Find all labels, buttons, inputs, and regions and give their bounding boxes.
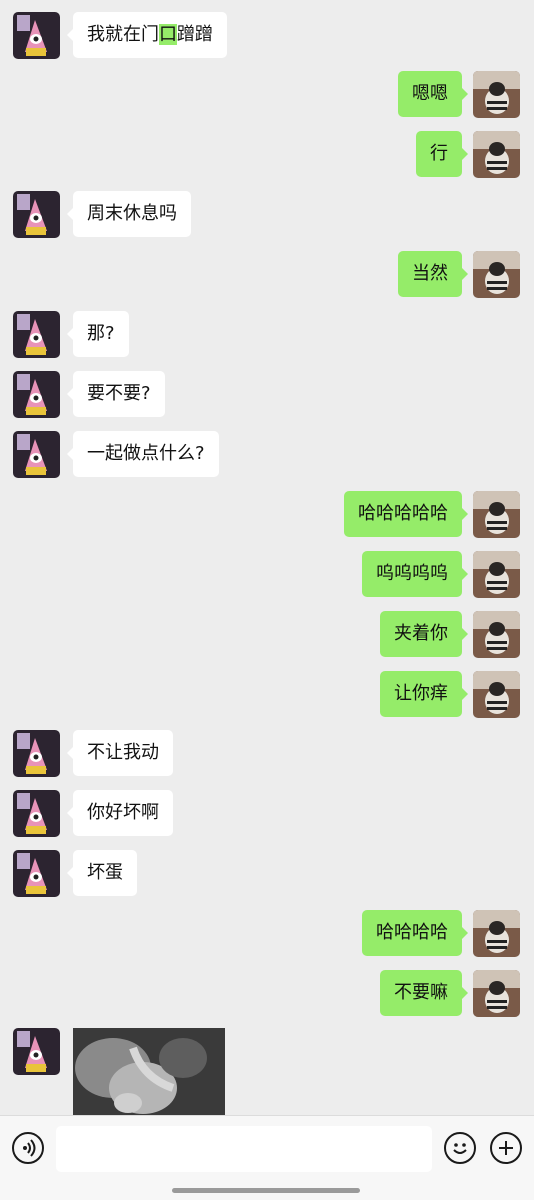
- message-bubble[interactable]: 坏蛋: [67, 850, 137, 896]
- message-row-sent: 夹着你: [0, 611, 534, 659]
- message-bubble[interactable]: 哈哈哈哈: [362, 910, 468, 956]
- contact-avatar[interactable]: [13, 730, 60, 777]
- user-avatar[interactable]: [473, 671, 520, 718]
- message-row-received: 那?: [0, 311, 534, 359]
- message-bubble[interactable]: 周末休息吗: [67, 191, 191, 237]
- contact-avatar[interactable]: [13, 311, 60, 358]
- plus-icon[interactable]: [490, 1132, 522, 1164]
- contact-avatar[interactable]: [13, 371, 60, 418]
- contact-avatar[interactable]: [13, 850, 60, 897]
- user-avatar[interactable]: [473, 251, 520, 298]
- message-bubble[interactable]: 要不要?: [67, 371, 165, 417]
- message-bubble[interactable]: 不要嘛: [380, 970, 468, 1016]
- user-avatar[interactable]: [473, 910, 520, 957]
- message-row-received: [0, 1028, 534, 1115]
- message-row-sent: 让你痒: [0, 671, 534, 719]
- message-row-received: 不让我动: [0, 730, 534, 778]
- voice-icon[interactable]: [12, 1132, 44, 1164]
- message-row-sent: 哈哈哈哈哈: [0, 491, 534, 539]
- message-input[interactable]: [56, 1126, 432, 1172]
- user-avatar[interactable]: [473, 131, 520, 178]
- user-avatar[interactable]: [473, 611, 520, 658]
- message-bubble[interactable]: 当然: [398, 251, 468, 297]
- contact-avatar[interactable]: [13, 191, 60, 238]
- message-bubble[interactable]: 一起做点什么?: [67, 431, 219, 477]
- user-avatar[interactable]: [473, 71, 520, 118]
- contact-avatar[interactable]: [13, 431, 60, 478]
- contact-avatar[interactable]: [13, 1028, 60, 1075]
- message-row-sent: 当然: [0, 251, 534, 299]
- message-row-received: 要不要?: [0, 371, 534, 419]
- message-row-sent: 行: [0, 131, 534, 179]
- user-avatar[interactable]: [473, 970, 520, 1017]
- message-row-sent: 嗯嗯: [0, 71, 534, 119]
- message-bubble[interactable]: 不让我动: [67, 730, 173, 776]
- user-avatar[interactable]: [473, 491, 520, 538]
- message-row-received: 我就在门口蹭蹭: [0, 12, 534, 60]
- message-bubble[interactable]: 哈哈哈哈哈: [344, 491, 468, 537]
- message-bubble[interactable]: 我就在门口蹭蹭: [67, 12, 227, 58]
- message-row-received: 一起做点什么?: [0, 431, 534, 479]
- user-avatar[interactable]: [473, 551, 520, 598]
- message-row-received: 你好坏啊: [0, 790, 534, 838]
- message-bubble[interactable]: 呜呜呜呜: [362, 551, 468, 597]
- message-row-received: 坏蛋: [0, 850, 534, 898]
- message-row-sent: 呜呜呜呜: [0, 551, 534, 599]
- emoji-icon[interactable]: [444, 1132, 476, 1164]
- chat-message-list[interactable]: 我就在门口蹭蹭 嗯嗯 行 周末休息吗 当然 那? 要不要? 一起做点什么? 哈哈…: [0, 0, 534, 1115]
- message-row-sent: 不要嘛: [0, 970, 534, 1018]
- highlighted-text: 口: [159, 24, 177, 45]
- message-bubble[interactable]: 你好坏啊: [67, 790, 173, 836]
- message-bubble[interactable]: 行: [416, 131, 468, 177]
- image-message[interactable]: [73, 1028, 225, 1115]
- home-indicator: [172, 1188, 360, 1193]
- message-bubble[interactable]: 那?: [67, 311, 129, 357]
- message-bubble[interactable]: 夹着你: [380, 611, 468, 657]
- message-row-received: 周末休息吗: [0, 191, 534, 239]
- input-toolbar: [0, 1115, 534, 1200]
- message-row-sent: 哈哈哈哈: [0, 910, 534, 958]
- contact-avatar[interactable]: [13, 790, 60, 837]
- message-bubble[interactable]: 嗯嗯: [398, 71, 468, 117]
- message-bubble[interactable]: 让你痒: [380, 671, 468, 717]
- contact-avatar[interactable]: [13, 12, 60, 59]
